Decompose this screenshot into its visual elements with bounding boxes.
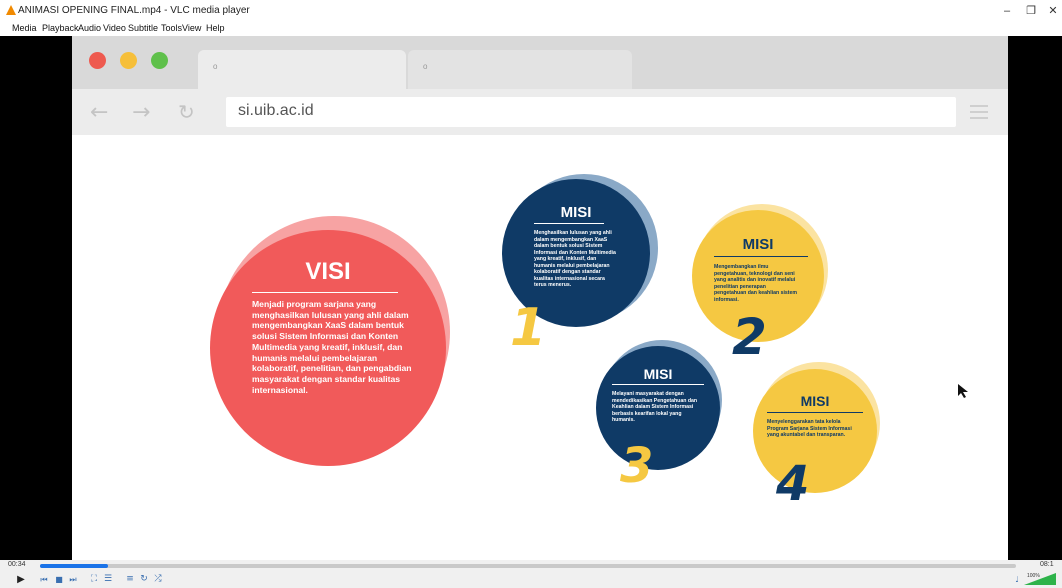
minimize-button[interactable]: – [996, 3, 1018, 19]
visi-divider [252, 292, 398, 293]
window-title: ANIMASI OPENING FINAL.mp4 - VLC media pl… [18, 5, 250, 16]
misi-4-text: Menyelenggarakan tata kelola Program Sar… [767, 419, 852, 438]
misi-3-number: 3 [620, 438, 654, 494]
vlc-cone-icon [6, 5, 16, 15]
close-dot-icon [89, 52, 106, 69]
visi-title: VISI [305, 258, 351, 285]
previous-icon[interactable]: ⏮ [38, 573, 50, 586]
url-field: si.uib.ac.id [226, 97, 956, 127]
menu-hamburger-icon [970, 105, 988, 123]
misi-3-circle: MISI Melayani masyarakat dengan mendedik… [596, 346, 720, 470]
menu-media[interactable]: Media [12, 23, 37, 33]
menu-playback[interactable]: Playback [42, 23, 79, 33]
close-button[interactable]: ✕ [1042, 3, 1062, 19]
browser-tabstrip: o o [72, 36, 1008, 89]
tab-dot: o [213, 62, 218, 71]
browser-address-bar: ← → ↻ si.uib.ac.id [72, 89, 1008, 135]
visi-text: Menjadi program sarjana yang menghasilka… [252, 299, 412, 395]
mouse-cursor-icon [958, 384, 968, 398]
fullscreen-icon[interactable]: ⛶ [88, 573, 100, 586]
menu-help[interactable]: Help [206, 23, 225, 33]
browser-tab-inactive: o [408, 50, 632, 89]
misi-3-divider [612, 384, 704, 385]
player-controls: 00:34 08:1 ▶ ⏮ ■ ⏭ ⛶ ☰ ≡ ↻ ⤮ ♩ 100% [0, 560, 1062, 588]
seek-progress [40, 564, 109, 568]
menu-bar: Media Playback Audio Video Subtitle Tool… [0, 22, 1062, 36]
misi-1-text: Menghasilkan lulusan yang ahli dalam men… [534, 230, 616, 288]
misi-4-title: MISI [800, 393, 830, 409]
next-icon[interactable]: ⏭ [67, 573, 79, 586]
loop-icon[interactable]: ↻ [138, 573, 150, 586]
stop-icon[interactable]: ■ [53, 573, 65, 586]
misi-3-title: MISI [643, 366, 673, 382]
menu-tools[interactable]: Tools [161, 23, 182, 33]
shuffle-icon[interactable]: ⤮ [152, 573, 164, 586]
menu-view[interactable]: View [182, 23, 201, 33]
menu-video[interactable]: Video [103, 23, 126, 33]
browser-tab-active: o [198, 50, 406, 89]
maximize-dot-icon [151, 52, 168, 69]
elapsed-time: 00:34 [8, 561, 26, 568]
forward-arrow-icon: → [132, 100, 151, 125]
menu-audio[interactable]: Audio [78, 23, 101, 33]
misi-2-divider [714, 256, 808, 257]
misi-1-number: 1 [510, 298, 547, 358]
total-time: 08:1 [1040, 561, 1054, 568]
back-arrow-icon: ← [90, 100, 109, 125]
menu-subtitle[interactable]: Subtitle [128, 23, 158, 33]
misi-4-divider [767, 412, 863, 413]
minimize-dot-icon [120, 52, 137, 69]
visi-circle: VISI Menjadi program sarjana yang mengha… [210, 230, 446, 466]
volume-label: 100% [1027, 573, 1040, 579]
misi-1-divider [534, 223, 604, 224]
title-bar: ANIMASI OPENING FINAL.mp4 - VLC media pl… [0, 0, 1062, 22]
tab-dot: o [423, 62, 428, 71]
video-frame: o o ← → ↻ si.uib.ac.id VISI Menjadi prog… [72, 36, 1008, 560]
playlist-icon[interactable]: ≡ [124, 573, 136, 586]
extended-settings-icon[interactable]: ☰ [102, 573, 114, 586]
speaker-icon[interactable]: ♩ [1012, 573, 1022, 586]
misi-3-text: Melayani masyarakat dengan mendedikasika… [612, 391, 698, 423]
reload-icon: ↻ [178, 100, 195, 124]
maximize-button[interactable]: ❐ [1020, 3, 1042, 19]
misi-4-number: 4 [776, 456, 810, 512]
seek-bar[interactable] [40, 564, 1016, 568]
misi-4-circle: MISI Menyelenggarakan tata kelola Progra… [753, 369, 877, 493]
misi-2-number: 2 [732, 308, 767, 366]
misi-2-text: Mengembangkan ilmu pengetahuan, teknolog… [714, 264, 798, 303]
url-text: si.uib.ac.id [238, 102, 314, 119]
video-area[interactable]: o o ← → ↻ si.uib.ac.id VISI Menjadi prog… [0, 36, 1062, 560]
play-icon[interactable]: ▶ [14, 573, 28, 586]
misi-2-title: MISI [742, 236, 774, 253]
misi-1-title: MISI [560, 204, 592, 221]
